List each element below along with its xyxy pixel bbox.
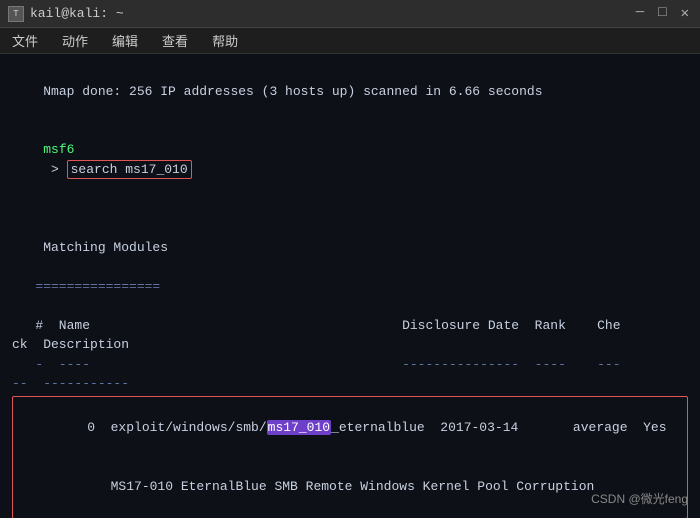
menu-action[interactable]: 动作	[58, 29, 92, 52]
close-button[interactable]: ✕	[678, 5, 692, 22]
col-sep1: - ---- --------------- ---- ---	[12, 355, 688, 375]
blank-line2	[12, 296, 688, 316]
maximize-button[interactable]: □	[655, 5, 669, 22]
section-underline: ================	[12, 277, 688, 297]
result-row-0: 0 exploit/windows/smb/ms17_010_eternalbl…	[12, 396, 688, 518]
prompt-search-line: msf6 > search ms17_010	[12, 121, 688, 199]
col-header1: # Name Disclosure Date Rank Che	[12, 316, 688, 336]
menu-file[interactable]: 文件	[8, 29, 42, 52]
prompt1: msf6	[43, 142, 74, 157]
highlight-ms17010-row0: ms17_010	[267, 420, 331, 435]
window-title: kail@kali: ~	[30, 6, 124, 21]
result-row0-desc: MS17-010 EternalBlue SMB Remote Windows …	[17, 457, 683, 516]
menu-edit[interactable]: 编辑	[108, 29, 142, 52]
titlebar: T kail@kali: ~ ─ □ ✕	[0, 0, 700, 28]
search-command: search ms17_010	[67, 160, 192, 179]
titlebar-left: T kail@kali: ~	[8, 6, 124, 22]
terminal: Nmap done: 256 IP addresses (3 hosts up)…	[0, 54, 700, 518]
minimize-button[interactable]: ─	[633, 5, 647, 22]
watermark: CSDN @微光feng	[591, 490, 688, 508]
result-row0-main: 0 exploit/windows/smb/ms17_010_eternalbl…	[17, 399, 683, 458]
menu-view[interactable]: 查看	[158, 29, 192, 52]
matching-modules-title: Matching Modules	[12, 218, 688, 277]
blank-line1	[12, 199, 688, 219]
window-controls[interactable]: ─ □ ✕	[633, 5, 692, 22]
menu-help[interactable]: 帮助	[208, 29, 242, 52]
nmap-done-line: Nmap done: 256 IP addresses (3 hosts up)…	[12, 62, 688, 121]
terminal-icon: T	[8, 6, 24, 22]
col-header2: ck Description	[12, 335, 688, 355]
col-sep2: -- -----------	[12, 374, 688, 394]
menubar: 文件 动作 编辑 查看 帮助	[0, 28, 700, 54]
